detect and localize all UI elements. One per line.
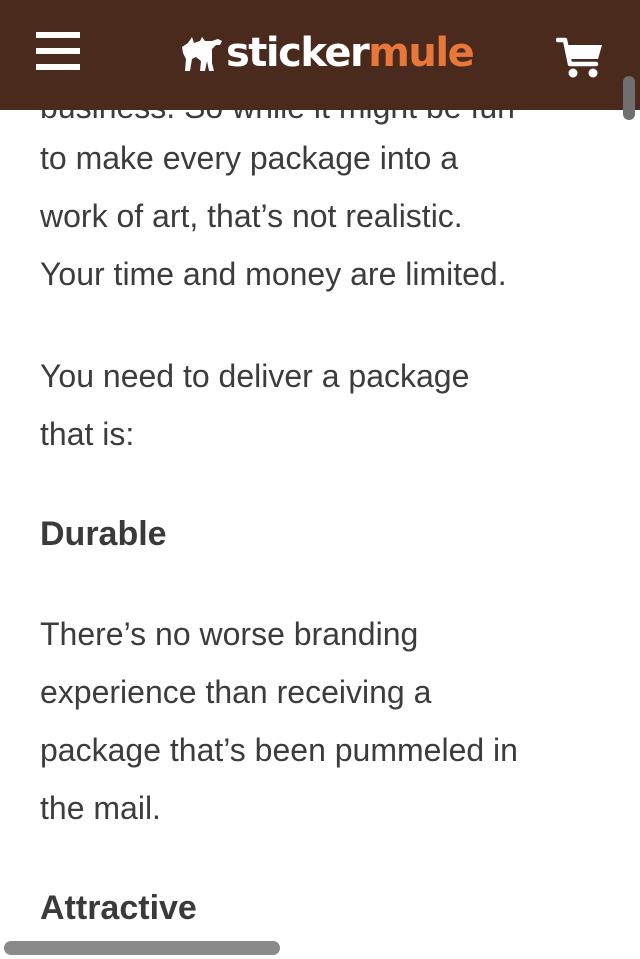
text-line: package that’s been pummeled in (40, 732, 518, 768)
logo-mule-text: mule (368, 30, 475, 76)
paragraph-deliver-package: You need to deliver a package that is: (40, 347, 469, 463)
heading-attractive: Attractive (40, 889, 197, 927)
shopping-cart-icon[interactable] (556, 36, 604, 80)
text-line: You need to deliver a package (40, 358, 470, 394)
stickermule-logo[interactable]: stickermule (178, 28, 475, 78)
page: business. So while it might be fun to ma… (0, 0, 640, 959)
mule-logo-icon (182, 37, 222, 71)
paragraph-durable: There’s no worse branding experience tha… (40, 605, 518, 837)
vertical-scrollbar[interactable] (623, 76, 635, 120)
text-line: Your time and money are limited. (40, 256, 507, 292)
paragraph-packaging-reality: to make every package into a work of art… (40, 129, 507, 303)
text-line: to make every package into a (40, 140, 459, 176)
text-line: There’s no worse branding (40, 616, 419, 652)
logo-wordmark: stickermule (226, 28, 475, 78)
horizontal-scrollbar[interactable] (4, 941, 280, 955)
hamburger-menu-icon[interactable] (36, 32, 82, 74)
text-line: the mail. (40, 790, 161, 826)
text-line: work of art, that’s not realistic. (40, 198, 463, 234)
heading-durable: Durable (40, 515, 167, 553)
text-line: experience than receiving a (40, 674, 432, 710)
logo-sticker-text: sticker (226, 30, 370, 76)
text-line: that is: (40, 416, 135, 452)
site-header: stickermule (0, 0, 640, 110)
